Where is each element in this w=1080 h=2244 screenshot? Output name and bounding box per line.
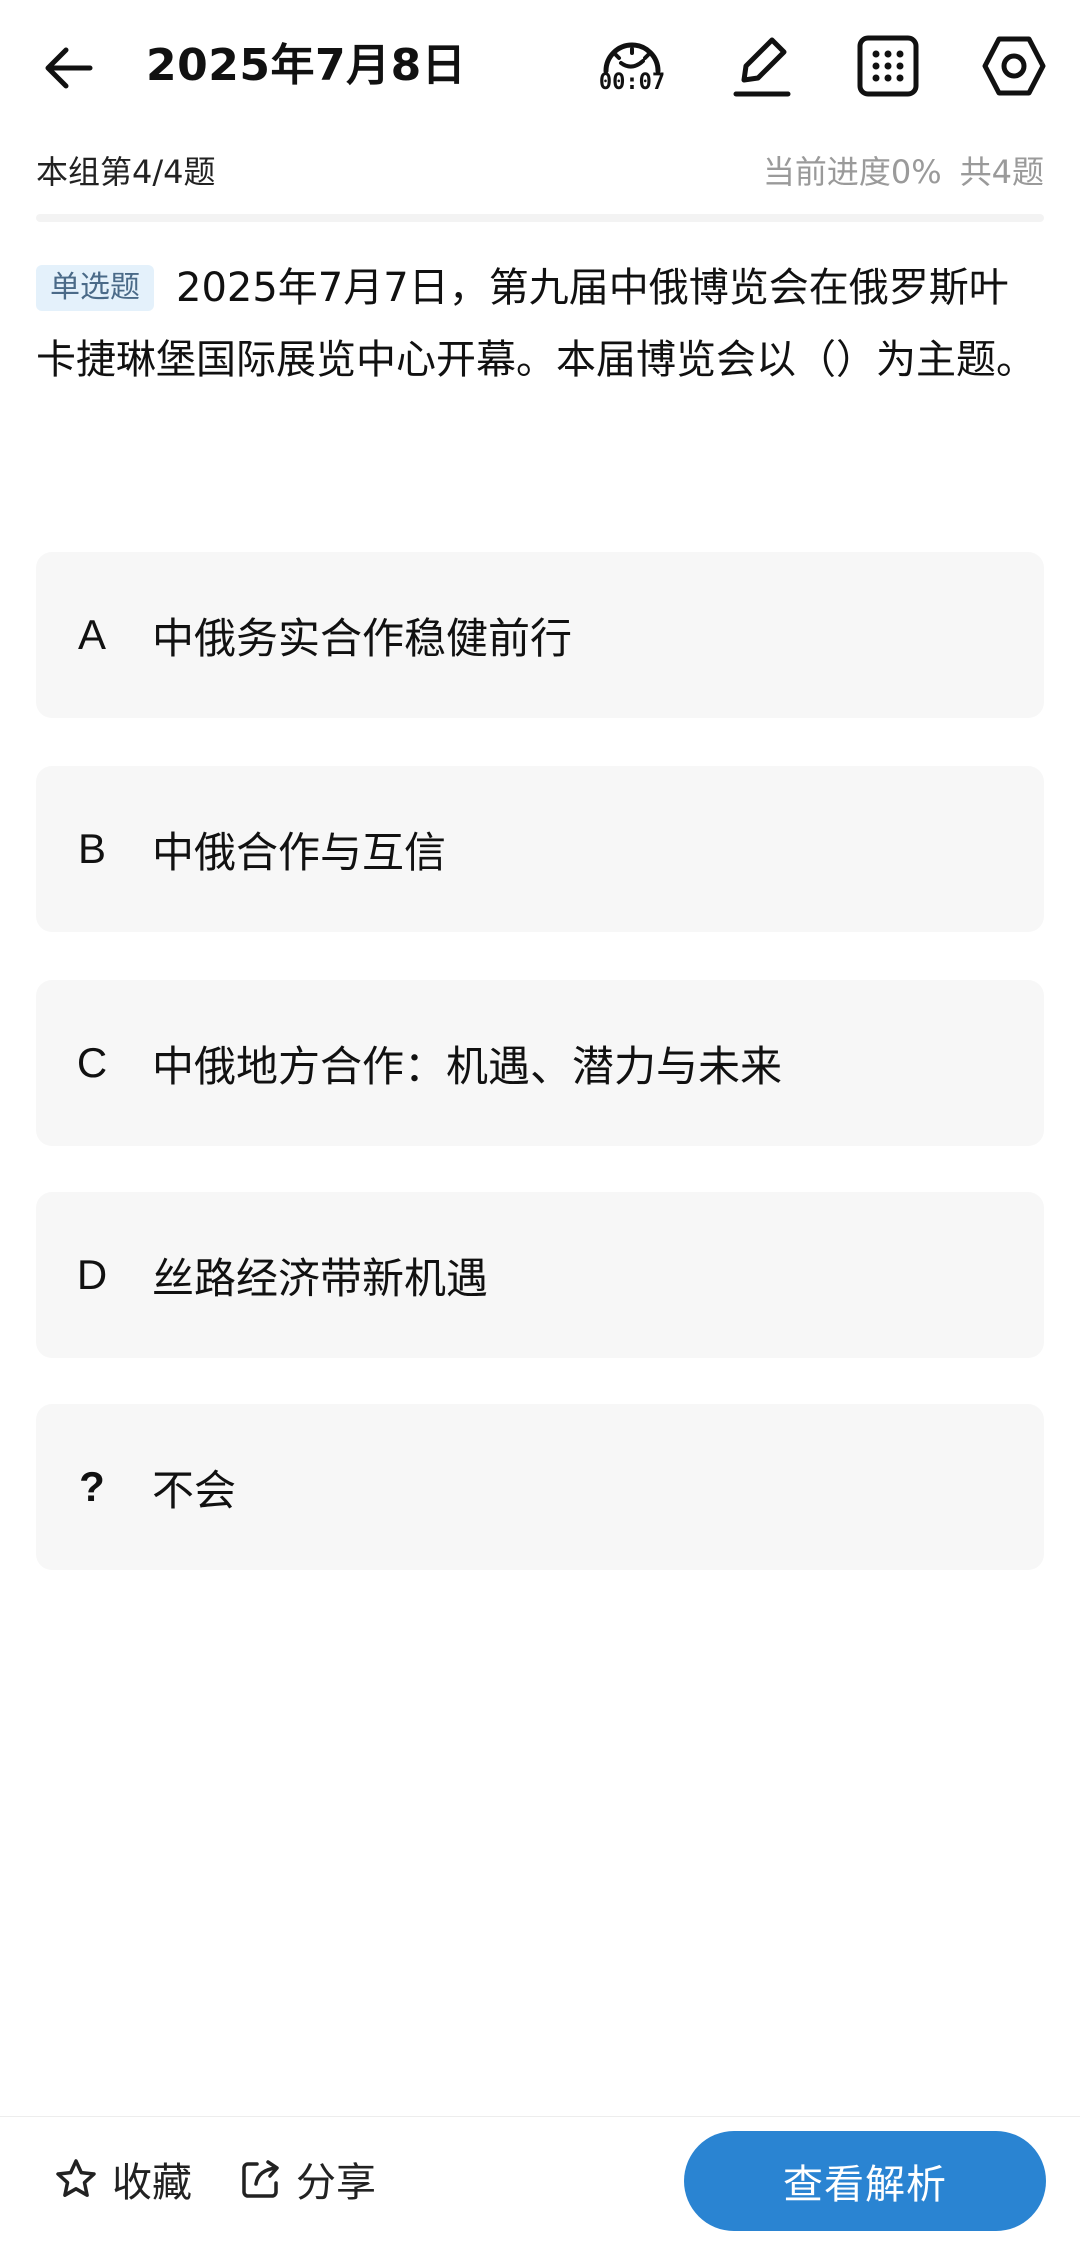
current-progress: 当前进度0% <box>762 153 942 191</box>
settings-button[interactable] <box>972 24 1056 108</box>
back-arrow-icon <box>45 47 93 89</box>
progress-summary: 当前进度0% 共4题 <box>763 147 1044 193</box>
bottom-bar: 收藏 分享 查看解析 <box>0 2116 1080 2244</box>
option-c[interactable]: C 中俄地方合作：机遇、潜力与未来 <box>36 980 1044 1146</box>
option-dont-know[interactable]: ? 不会 <box>36 1404 1044 1570</box>
share-button[interactable]: 分享 <box>240 2147 376 2211</box>
favorite-button[interactable]: 收藏 <box>54 2147 192 2211</box>
question-text: 2025年7月7日，第九届中俄博览会在俄罗斯叶卡捷琳堡国际展览中心开幕。本届博览… <box>36 265 1036 383</box>
share-label: 分享 <box>296 2160 376 2206</box>
page-title: 2025年7月8日 <box>146 40 467 91</box>
edit-button[interactable] <box>720 24 804 108</box>
option-b[interactable]: B 中俄合作与互信 <box>36 766 1044 932</box>
option-letter: ? <box>79 1463 105 1510</box>
group-progress-label: 本组第4/4题 <box>36 153 216 191</box>
option-letter: B <box>77 825 106 872</box>
total-questions: 共4题 <box>959 153 1044 191</box>
settings-icon <box>982 36 1046 96</box>
favorite-label: 收藏 <box>112 2160 192 2206</box>
back-button[interactable] <box>36 36 100 100</box>
question-stem: 单选题 2025年7月7日，第九届中俄博览会在俄罗斯叶卡捷琳堡国际展览中心开幕。本… <box>36 252 1046 396</box>
option-text: 丝路经济带新机遇 <box>152 1253 489 1303</box>
option-letter: A <box>77 611 106 658</box>
option-text: 不会 <box>152 1465 237 1515</box>
progress-row: 本组第4/4题 当前进度0% 共4题 <box>36 140 1044 200</box>
grid-icon <box>857 35 919 97</box>
top-bar: 2025年7月8日 00:07 <box>0 0 1080 132</box>
timer-button[interactable]: 00:07 <box>590 24 674 108</box>
option-letter: D <box>76 1251 108 1298</box>
option-a[interactable]: A 中俄务实合作稳健前行 <box>36 552 1044 718</box>
option-letter: C <box>76 1039 108 1086</box>
option-d[interactable]: D 丝路经济带新机遇 <box>36 1192 1044 1358</box>
option-text: 中俄地方合作：机遇、潜力与未来 <box>152 1041 783 1091</box>
divider <box>36 214 1044 222</box>
timer-readout: 00:07 <box>598 70 666 95</box>
edit-icon <box>733 37 791 97</box>
share-icon <box>242 2160 279 2198</box>
view-analysis-button[interactable]: 查看解析 <box>684 2131 1046 2231</box>
star-icon <box>56 2159 96 2197</box>
answer-sheet-button[interactable] <box>846 24 930 108</box>
question-type-badge: 单选题 <box>36 265 154 311</box>
option-text: 中俄务实合作稳健前行 <box>152 613 573 663</box>
option-text: 中俄合作与互信 <box>152 827 447 877</box>
